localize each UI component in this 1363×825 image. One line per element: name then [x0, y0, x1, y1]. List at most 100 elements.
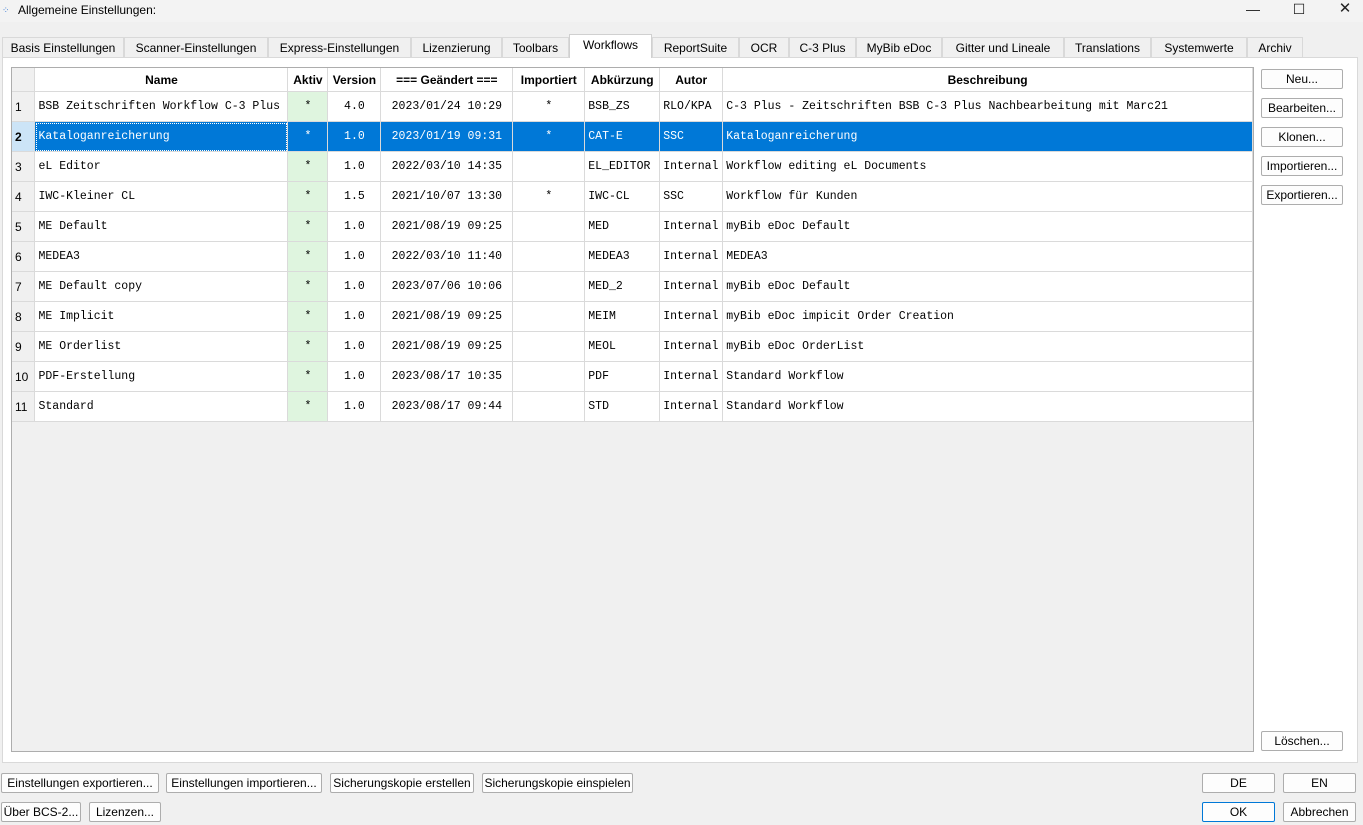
table-row[interactable]: 1 BSB Zeitschriften Workflow C-3 Plus * 4.0…	[12, 91, 1253, 122]
importiert-cell[interactable]	[512, 271, 586, 302]
sicherungskopie-erstellen-button[interactable]: Sicherungskopie erstellen	[330, 773, 474, 793]
sicherungskopie-einspielen-button[interactable]: Sicherungskopie einspielen	[482, 773, 633, 793]
tab-express-einstellungen[interactable]: Express-Einstellungen	[268, 37, 411, 57]
importieren-button[interactable]: Importieren...	[1261, 156, 1343, 176]
autor-cell[interactable]: Internal	[659, 151, 724, 182]
aktiv-cell[interactable]: *	[287, 271, 329, 302]
abkuerzung-cell[interactable]: BSB_ZS	[584, 91, 661, 122]
table-row[interactable]: 5 ME Default * 1.0 2021/08/19 09:25 MED Intern…	[12, 211, 1253, 242]
importiert-cell[interactable]: *	[512, 121, 586, 152]
neu-button[interactable]: Neu...	[1261, 69, 1343, 89]
abkuerzung-cell[interactable]: STD	[584, 391, 661, 422]
language-en-button[interactable]: EN	[1283, 773, 1356, 793]
column-header-aktiv[interactable]: Aktiv	[287, 68, 329, 92]
geaendert-cell[interactable]: 2021/10/07 13:30	[380, 181, 514, 212]
aktiv-cell[interactable]: *	[287, 331, 329, 362]
ok-button[interactable]: OK	[1202, 802, 1275, 822]
tab-scanner-einstellungen[interactable]: Scanner-Einstellungen	[124, 37, 268, 57]
bearbeiten-button[interactable]: Bearbeiten...	[1261, 98, 1343, 118]
row-number[interactable]: 2	[12, 121, 36, 152]
beschreibung-cell[interactable]: Workflow für Kunden	[722, 181, 1253, 212]
language-de-button[interactable]: DE	[1202, 773, 1275, 793]
column-header-geaendert[interactable]: === Geändert ===	[380, 68, 514, 92]
autor-cell[interactable]: Internal	[659, 271, 724, 302]
name-cell[interactable]: ME Default	[34, 211, 289, 242]
autor-cell[interactable]: Internal	[659, 211, 724, 242]
geaendert-cell[interactable]: 2023/01/24 10:29	[380, 91, 514, 122]
row-number[interactable]: 11	[12, 391, 36, 422]
beschreibung-cell[interactable]: MEDEA3	[722, 241, 1253, 272]
table-row[interactable]: 8 ME Implicit * 1.0 2021/08/19 09:25 MEIM Inte…	[12, 301, 1253, 332]
name-cell[interactable]: ME Orderlist	[34, 331, 289, 362]
abkuerzung-cell[interactable]: MED_2	[584, 271, 661, 302]
version-cell[interactable]: 1.0	[327, 211, 382, 242]
beschreibung-cell[interactable]: myBib eDoc Default	[722, 211, 1253, 242]
aktiv-cell[interactable]: *	[287, 391, 329, 422]
table-row[interactable]: 11 Standard * 1.0 2023/08/17 09:44 STD Interna…	[12, 391, 1253, 422]
geaendert-cell[interactable]: 2023/08/17 09:44	[380, 391, 514, 422]
column-header-version[interactable]: Version	[327, 68, 382, 92]
loeschen-button[interactable]: Löschen...	[1261, 731, 1343, 751]
tab-mybib-edoc[interactable]: MyBib eDoc	[856, 37, 942, 57]
beschreibung-cell[interactable]: myBib eDoc Default	[722, 271, 1253, 302]
beschreibung-cell[interactable]: Standard Workflow	[722, 361, 1253, 392]
table-row[interactable]: 7 ME Default copy * 1.0 2023/07/06 10:06 MED_…	[12, 271, 1253, 302]
version-cell[interactable]: 1.0	[327, 151, 382, 182]
name-cell[interactable]: eL Editor	[34, 151, 289, 182]
geaendert-cell[interactable]: 2022/03/10 11:40	[380, 241, 514, 272]
name-cell[interactable]: ME Default copy	[34, 271, 289, 302]
autor-cell[interactable]: Internal	[659, 301, 724, 332]
row-number[interactable]: 1	[12, 91, 36, 122]
name-cell[interactable]: Standard	[34, 391, 289, 422]
einstellungen-exportieren-button[interactable]: Einstellungen exportieren...	[1, 773, 159, 793]
autor-cell[interactable]: Internal	[659, 241, 724, 272]
abkuerzung-cell[interactable]: PDF	[584, 361, 661, 392]
importiert-cell[interactable]	[512, 391, 586, 422]
table-row[interactable]: 9 ME Orderlist * 1.0 2021/08/19 09:25 MEOL Int…	[12, 331, 1253, 362]
close-button[interactable]: ✕	[1322, 0, 1363, 20]
version-cell[interactable]: 1.0	[327, 241, 382, 272]
autor-cell[interactable]: SSC	[659, 121, 724, 152]
abkuerzung-cell[interactable]: EL_EDITOR	[584, 151, 661, 182]
row-number[interactable]: 9	[12, 331, 36, 362]
row-number[interactable]: 7	[12, 271, 36, 302]
abkuerzung-cell[interactable]: MEDEA3	[584, 241, 661, 272]
beschreibung-cell[interactable]: Kataloganreicherung	[722, 121, 1253, 152]
row-number[interactable]: 10	[12, 361, 36, 392]
tab-lizenzierung[interactable]: Lizenzierung	[411, 37, 502, 57]
importiert-cell[interactable]: *	[512, 91, 586, 122]
aktiv-cell[interactable]: *	[287, 121, 329, 152]
name-cell[interactable]: IWC-Kleiner CL	[34, 181, 289, 212]
tab-translations[interactable]: Translations	[1064, 37, 1151, 57]
row-number[interactable]: 6	[12, 241, 36, 272]
table-row[interactable]: 4 IWC-Kleiner CL * 1.5 2021/10/07 13:30 * IWC-…	[12, 181, 1253, 212]
geaendert-cell[interactable]: 2023/08/17 10:35	[380, 361, 514, 392]
geaendert-cell[interactable]: 2022/03/10 14:35	[380, 151, 514, 182]
beschreibung-cell[interactable]: C-3 Plus - Zeitschriften BSB C-3 Plus Na…	[722, 91, 1253, 122]
abbrechen-button[interactable]: Abbrechen	[1283, 802, 1356, 822]
aktiv-cell[interactable]: *	[287, 181, 329, 212]
version-cell[interactable]: 1.0	[327, 361, 382, 392]
maximize-button[interactable]: ☐	[1276, 0, 1322, 20]
aktiv-cell[interactable]: *	[287, 241, 329, 272]
einstellungen-importieren-button[interactable]: Einstellungen importieren...	[166, 773, 322, 793]
column-header-autor[interactable]: Autor	[659, 68, 724, 92]
table-row[interactable]: 3 eL Editor * 1.0 2022/03/10 14:35 EL_EDITOR I…	[12, 151, 1253, 182]
beschreibung-cell[interactable]: myBib eDoc OrderList	[722, 331, 1253, 362]
autor-cell[interactable]: SSC	[659, 181, 724, 212]
autor-cell[interactable]: Internal	[659, 361, 724, 392]
beschreibung-cell[interactable]: Standard Workflow	[722, 391, 1253, 422]
version-cell[interactable]: 1.0	[327, 391, 382, 422]
version-cell[interactable]: 1.0	[327, 331, 382, 362]
exportieren-button[interactable]: Exportieren...	[1261, 185, 1343, 205]
tab-toolbars[interactable]: Toolbars	[502, 37, 569, 57]
lizenzen-button[interactable]: Lizenzen...	[89, 802, 161, 822]
name-cell[interactable]: MEDEA3	[34, 241, 289, 272]
workflows-table[interactable]: Name Aktiv Version === Geändert === Impo…	[11, 67, 1254, 752]
table-row[interactable]: 6 MEDEA3 * 1.0 2022/03/10 11:40 MEDEA3 Interna…	[12, 241, 1253, 272]
importiert-cell[interactable]	[512, 361, 586, 392]
ueber-button[interactable]: Über BCS-2...	[1, 802, 81, 822]
geaendert-cell[interactable]: 2023/07/06 10:06	[380, 271, 514, 302]
aktiv-cell[interactable]: *	[287, 151, 329, 182]
importiert-cell[interactable]	[512, 331, 586, 362]
